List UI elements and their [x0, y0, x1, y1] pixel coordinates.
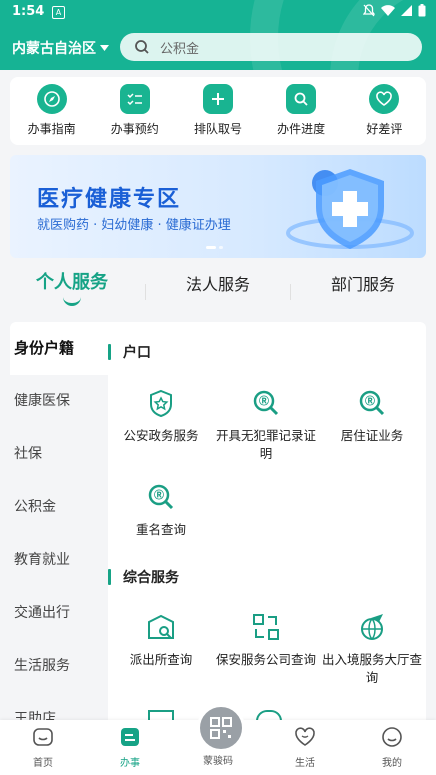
svg-text:Ⓡ: Ⓡ — [154, 489, 164, 502]
status-bar: 1:54 A — [0, 0, 436, 24]
nav-label: 生活 — [295, 758, 315, 769]
quick-action-label: 办事指南 — [27, 122, 76, 136]
quick-action-progress[interactable]: 办件进度 — [261, 77, 341, 145]
region-selector[interactable]: 内蒙古自治区 — [12, 38, 109, 58]
caret-down-icon — [100, 45, 109, 51]
station-icon — [148, 614, 174, 639]
signal-icon — [401, 5, 412, 16]
status-time: 1:54 — [12, 4, 45, 19]
tab-personal[interactable]: 个人服务 — [2, 268, 142, 306]
home-icon — [33, 728, 53, 746]
search-icon — [294, 92, 308, 106]
banner-pager — [206, 246, 223, 249]
qr-code-button[interactable] — [197, 704, 245, 752]
service-immigration-hall[interactable]: 出入境服务大厅查询 — [320, 612, 424, 687]
region-label: 内蒙古自治区 — [12, 41, 96, 57]
nav-mine[interactable]: 我的 — [357, 726, 427, 769]
quick-action-queue[interactable]: 排队取号 — [178, 77, 258, 145]
quick-action-guide[interactable]: 办事指南 — [12, 77, 92, 145]
banner-title: 医疗健康专区 — [37, 187, 182, 212]
service-residence-permit[interactable]: Ⓡ 居住证业务 — [320, 388, 424, 445]
search-doc-icon: Ⓡ — [253, 390, 279, 416]
quick-action-label: 办件进度 — [277, 122, 326, 136]
user-face-icon — [382, 727, 402, 747]
nav-qr[interactable]: 蒙骏码 — [183, 752, 253, 767]
tab-label: 法人服务 — [185, 275, 250, 294]
service-police-station[interactable]: 派出所查询 — [109, 612, 213, 669]
a-badge-icon: A — [52, 6, 65, 19]
search-doc-icon: Ⓡ — [148, 484, 174, 510]
shield-cross-icon — [286, 169, 414, 249]
quick-action-label: 办事预约 — [110, 122, 159, 136]
nav-life[interactable]: 生活 — [270, 726, 340, 769]
nav-label: 我的 — [382, 758, 402, 769]
checklist-icon — [127, 93, 142, 106]
exchange-icon — [253, 614, 279, 640]
plane-globe-icon — [361, 614, 383, 640]
qr-code-icon — [210, 717, 232, 739]
service-name-query[interactable]: Ⓡ 重名查询 — [109, 482, 213, 539]
promo-banner[interactable]: 医疗健康专区 就医购药 · 妇幼健康 · 健康证办理 — [10, 155, 426, 258]
nav-label: 首页 — [33, 758, 53, 769]
quick-action-label: 排队取号 — [193, 122, 242, 136]
sidebar-item-housing-fund[interactable]: 公积金 — [10, 481, 108, 534]
search-doc-icon: Ⓡ — [359, 390, 385, 416]
service-security-company[interactable]: 保安服务公司查询 — [214, 612, 318, 669]
svg-text:Ⓡ: Ⓡ — [259, 395, 269, 408]
quick-actions: 办事指南 办事预约 排队取号 办件进度 好差评 — [10, 77, 426, 145]
heart-outline-icon — [295, 727, 315, 746]
service-content: 户口 公安政务服务 Ⓡ 开具无犯罪记录证明 Ⓡ 居住证业务 Ⓡ 重名查询 综合服… — [108, 322, 426, 722]
quick-action-appointment[interactable]: 办事预约 — [95, 77, 175, 145]
svg-text:Ⓡ: Ⓡ — [365, 395, 375, 408]
service-police[interactable]: 公安政务服务 — [109, 388, 213, 445]
search-input: 公积金 — [160, 41, 200, 57]
sidebar-item-transport[interactable]: 交通出行 — [10, 587, 108, 640]
section-title: 户口 — [108, 342, 151, 362]
nav-label: 蒙骏码 — [203, 756, 233, 767]
tasks-icon — [121, 728, 139, 746]
service-tabs: 个人服务 法人服务 部门服务 — [0, 268, 436, 314]
nav-tasks[interactable]: 办事 — [95, 726, 165, 769]
banner-subtitle: 就医购药 · 妇幼健康 · 健康证办理 — [37, 218, 231, 233]
battery-icon — [418, 4, 426, 17]
search-bar[interactable]: 公积金 — [120, 33, 422, 61]
heart-icon — [376, 91, 393, 106]
sidebar-item-health[interactable]: 健康医保 — [10, 375, 108, 428]
sidebar-item-education[interactable]: 教育就业 — [10, 534, 108, 587]
tab-label: 部门服务 — [330, 275, 395, 294]
sidebar-item-social-security[interactable]: 社保 — [10, 428, 108, 481]
tab-legal[interactable]: 法人服务 — [148, 271, 288, 295]
top-header: 1:54 A 内蒙古自治区 公积金 — [0, 0, 436, 70]
tab-department[interactable]: 部门服务 — [293, 271, 433, 295]
tab-label: 个人服务 — [36, 272, 108, 293]
police-badge-icon — [150, 389, 172, 418]
sidebar-item-life[interactable]: 生活服务 — [10, 640, 108, 693]
category-sidebar: 身份户籍 健康医保 社保 公积金 教育就业 交通出行 生活服务 王助店 — [10, 322, 108, 727]
plus-icon — [211, 93, 224, 105]
quick-action-label: 好差评 — [366, 122, 403, 136]
nav-home[interactable]: 首页 — [8, 726, 78, 769]
section-title: 综合服务 — [108, 567, 179, 587]
search-icon — [135, 40, 149, 54]
quick-action-rating[interactable]: 好差评 — [344, 77, 424, 145]
mute-bell-icon — [363, 4, 375, 17]
compass-icon — [43, 91, 60, 107]
service-no-crime-cert[interactable]: Ⓡ 开具无犯罪记录证明 — [214, 388, 318, 463]
nav-label: 办事 — [120, 758, 140, 769]
sidebar-item-identity[interactable]: 身份户籍 — [10, 322, 108, 375]
wifi-icon — [381, 5, 395, 16]
